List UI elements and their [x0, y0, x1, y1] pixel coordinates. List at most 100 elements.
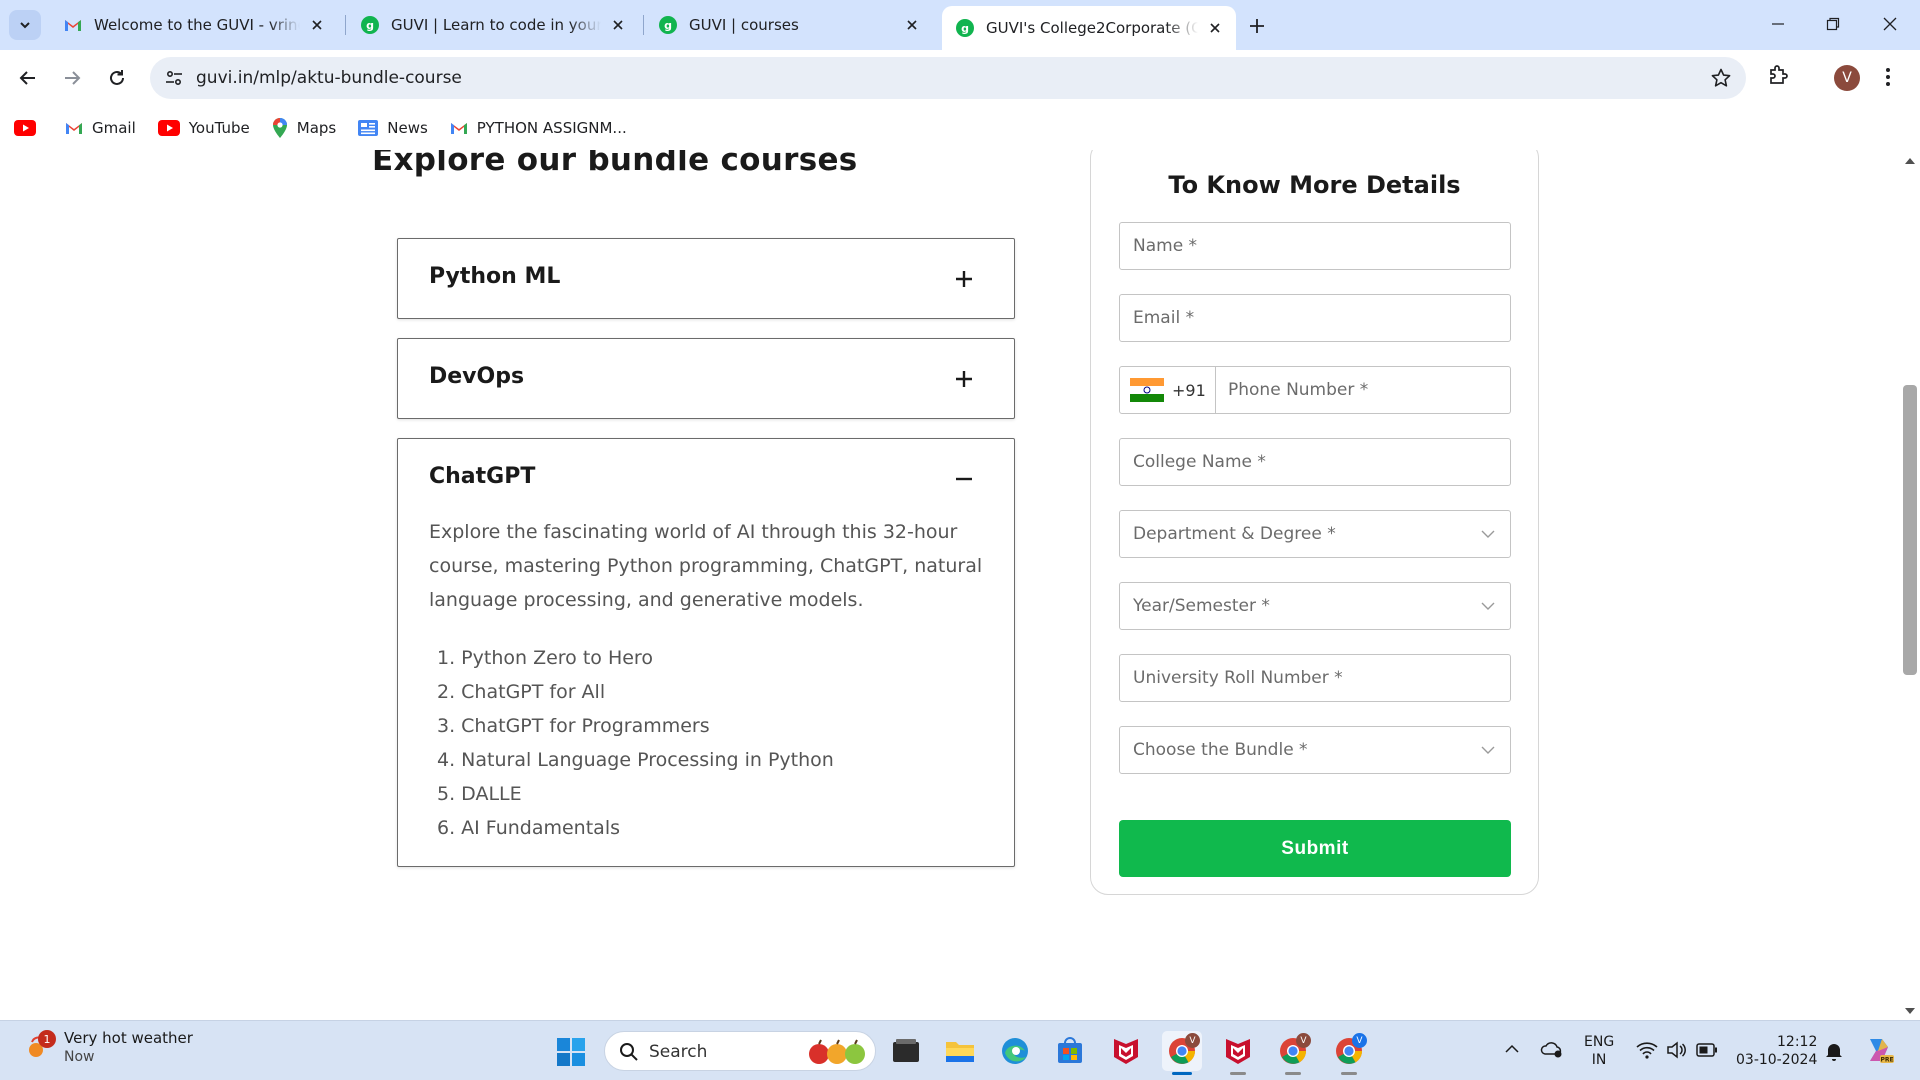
profile-badge: V [1185, 1033, 1200, 1048]
bookmark-gmail[interactable]: Gmail [65, 119, 136, 137]
close-icon[interactable] [1206, 19, 1224, 37]
extensions-icon[interactable] [1767, 63, 1791, 87]
taskbar-app-chrome-3[interactable]: V [1329, 1031, 1369, 1075]
taskbar-app-store[interactable] [1050, 1031, 1090, 1071]
notification-bell-icon[interactable] [1824, 1041, 1844, 1061]
profile-avatar[interactable]: V [1834, 65, 1860, 91]
name-placeholder: Name * [1133, 236, 1198, 256]
taskbar-app-mcafee-2[interactable] [1218, 1031, 1258, 1075]
list-item: 2. ChatGPT for All [437, 681, 606, 703]
scroll-down-icon[interactable] [1904, 1006, 1916, 1016]
bookmark-maps[interactable]: Maps [272, 118, 336, 138]
scroll-up-icon[interactable] [1904, 156, 1916, 166]
plus-icon[interactable] [954, 269, 974, 289]
bookmark-star-icon[interactable] [1710, 67, 1732, 89]
weather-title: Very hot weather [64, 1029, 193, 1047]
taskbar-app-terminal[interactable] [886, 1031, 926, 1071]
taskbar-search[interactable]: Search [604, 1031, 876, 1071]
close-window-button[interactable] [1864, 8, 1916, 40]
tab-separator [345, 15, 346, 35]
taskbar-app-edge[interactable] [995, 1031, 1035, 1071]
svg-text:g: g [664, 19, 672, 32]
url-text[interactable]: guvi.in/mlp/aktu-bundle-course [196, 68, 462, 88]
tab-title: GUVI | courses [689, 16, 799, 34]
lang-line2: IN [1591, 1052, 1607, 1068]
copilot-icon[interactable]: PRE [1864, 1035, 1894, 1065]
tab-search-button[interactable] [9, 10, 41, 40]
volume-icon[interactable] [1666, 1041, 1686, 1059]
year-placeholder: Year/Semester * [1133, 596, 1270, 616]
site-settings-icon[interactable] [160, 64, 188, 92]
name-field[interactable]: Name * [1119, 222, 1511, 270]
tab-gmail[interactable]: Welcome to the GUVI - vrindakumari [50, 6, 338, 44]
email-field[interactable]: Email * [1119, 294, 1511, 342]
weather-widget[interactable]: 1 Very hot weather Now [24, 1029, 193, 1065]
kebab-menu-icon[interactable] [1884, 64, 1892, 90]
bookmark-news[interactable]: News [358, 119, 428, 137]
battery-icon[interactable] [1696, 1043, 1718, 1057]
taskbar-app-chrome-2[interactable]: V [1273, 1031, 1313, 1075]
accordion-chatgpt[interactable]: ChatGPT Explore the fascinating world of… [397, 438, 1015, 867]
restore-button[interactable] [1807, 8, 1859, 40]
new-tab-button[interactable] [1244, 13, 1270, 39]
weather-icon: 1 [24, 1030, 56, 1062]
bookmark-python-assignment[interactable]: PYTHON ASSIGNM... [450, 119, 627, 137]
year-select[interactable]: Year/Semester * [1119, 582, 1511, 630]
page-scrollbar[interactable] [1900, 150, 1920, 1020]
accordion-header[interactable]: Python ML [398, 239, 1014, 319]
roll-number-field[interactable]: University Roll Number * [1119, 654, 1511, 702]
taskbar-app-chrome-active[interactable]: V [1162, 1031, 1202, 1075]
start-button[interactable] [556, 1037, 586, 1067]
plus-icon[interactable] [954, 369, 974, 389]
mcafee-icon [1114, 1039, 1138, 1064]
taskbar-app-file-explorer[interactable] [940, 1031, 980, 1071]
department-placeholder: Department & Degree * [1133, 524, 1336, 544]
bookmark-label: PYTHON ASSIGNM... [476, 119, 627, 137]
clock-time: 12:12 [1777, 1034, 1818, 1050]
college-field[interactable]: College Name * [1119, 438, 1511, 486]
email-placeholder: Email * [1133, 308, 1195, 328]
fruits-icon [809, 1039, 865, 1064]
bundle-select[interactable]: Choose the Bundle * [1119, 726, 1511, 774]
phone-field[interactable]: +91 Phone Number * [1119, 366, 1511, 414]
tab-title: Welcome to the GUVI - vrindakumari [94, 16, 300, 34]
course-list: 1. Python Zero to Hero 2. ChatGPT for Al… [429, 641, 983, 863]
plus-icon [1250, 19, 1264, 33]
language-indicator[interactable]: ENG IN [1584, 1033, 1614, 1069]
reload-button[interactable] [102, 63, 132, 93]
taskbar-app-mcafee[interactable] [1106, 1031, 1146, 1071]
wifi-icon[interactable] [1636, 1041, 1658, 1059]
accordion-header[interactable]: ChatGPT [398, 439, 1014, 519]
running-indicator [1341, 1072, 1357, 1075]
minimize-button[interactable] [1752, 8, 1804, 40]
guvi-icon: g [361, 16, 379, 34]
department-select[interactable]: Department & Degree * [1119, 510, 1511, 558]
system-clock[interactable]: 12:12 03-10-2024 [1736, 1033, 1817, 1069]
close-icon[interactable] [609, 16, 627, 34]
reload-icon [110, 70, 124, 85]
scrollbar-thumb[interactable] [1903, 385, 1917, 675]
bookmark-youtube-shortcut[interactable] [14, 120, 45, 136]
onedrive-icon[interactable] [1540, 1039, 1564, 1059]
tab-guvi-c2c[interactable]: g GUVI's College2Corporate (C2C) [942, 6, 1236, 50]
folder-icon [946, 1042, 974, 1062]
bookmarks-bar: Gmail YouTube Maps News PYTHON ASSIGNM..… [0, 106, 1920, 150]
tab-guvi-learn[interactable]: g GUVI | Learn to code in your native la… [347, 6, 639, 44]
bookmark-youtube[interactable]: YouTube [157, 119, 250, 137]
country-code-selector[interactable]: +91 [1120, 367, 1216, 413]
submit-button[interactable]: Submit [1119, 820, 1511, 877]
address-bar[interactable]: guvi.in/mlp/aktu-bundle-course [150, 57, 1746, 99]
accordion-devops[interactable]: DevOps [397, 338, 1015, 419]
forward-button[interactable] [57, 63, 87, 93]
back-button[interactable] [13, 63, 43, 93]
accordion-python-ml[interactable]: Python ML [397, 238, 1015, 319]
country-code: +91 [1172, 380, 1206, 400]
minus-icon[interactable] [954, 469, 974, 489]
accordion-header[interactable]: DevOps [398, 339, 1014, 419]
close-icon[interactable] [903, 16, 921, 34]
tray-overflow-icon[interactable] [1504, 1043, 1520, 1055]
close-icon[interactable] [308, 16, 326, 34]
gmail-icon [65, 121, 83, 135]
tab-guvi-courses[interactable]: g GUVI | courses [645, 6, 933, 44]
tab-strip: Welcome to the GUVI - vrindakumari g GUV… [0, 0, 1920, 50]
